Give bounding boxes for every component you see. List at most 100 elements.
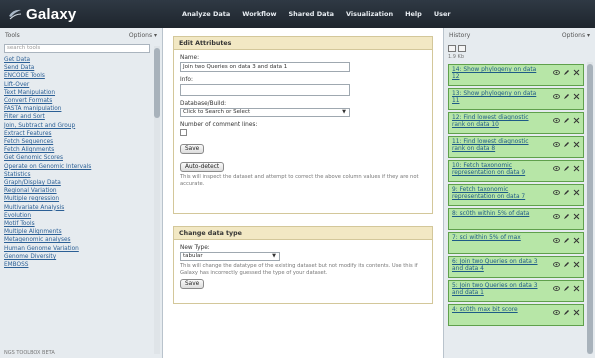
pencil-icon[interactable] [563, 285, 570, 292]
dataset-title[interactable]: 9: Fetch taxonomic representation on dat… [452, 187, 540, 201]
tool-section-filter-sort[interactable]: Filter and Sort [4, 113, 162, 121]
delete-icon[interactable] [573, 117, 580, 124]
dataset-title[interactable]: 4: sc0th max bit score [452, 307, 540, 314]
delete-icon[interactable] [573, 141, 580, 148]
tool-section-get-data[interactable]: Get Data [4, 56, 162, 64]
dataset-item[interactable]: 8: sc0th within 5% of data [448, 208, 584, 230]
eye-icon[interactable] [553, 93, 560, 100]
eye-icon[interactable] [553, 69, 560, 76]
tool-section-motif[interactable]: Motif Tools [4, 220, 162, 228]
pencil-icon[interactable] [563, 189, 570, 196]
delete-icon[interactable] [573, 261, 580, 268]
dataset-item[interactable]: 12: Find lowest diagnostic rank on data … [448, 112, 584, 134]
nav-shared-data[interactable]: Shared Data [288, 10, 334, 18]
pencil-icon[interactable] [563, 261, 570, 268]
pencil-icon[interactable] [563, 93, 570, 100]
eye-icon[interactable] [553, 309, 560, 316]
tool-section-multiple-alignments[interactable]: Multiple Alignments [4, 228, 162, 236]
tool-section-statistics[interactable]: Statistics [4, 171, 162, 179]
dataset-item[interactable]: 7: sci within 5% of max [448, 232, 584, 254]
tool-section-graph-display[interactable]: Graph/Display Data [4, 179, 162, 187]
dataset-item[interactable]: 4: sc0th max bit score [448, 304, 584, 326]
tool-section-send-data[interactable]: Send Data [4, 64, 162, 72]
nav-user[interactable]: User [434, 10, 451, 18]
auto-detect-button[interactable]: Auto-detect [180, 162, 225, 172]
delete-icon[interactable] [573, 285, 580, 292]
dataset-title[interactable]: 8: sc0th within 5% of data [452, 211, 540, 218]
eye-icon[interactable] [553, 189, 560, 196]
pencil-icon[interactable] [563, 141, 570, 148]
pencil-icon[interactable] [563, 309, 570, 316]
eye-icon[interactable] [553, 117, 560, 124]
collapse-icon[interactable] [458, 44, 466, 52]
dataset-item[interactable]: 6: Join two Queries on data 3 and data 4 [448, 256, 584, 278]
name-input[interactable]: Join two Queries on data 3 and data 1 [180, 62, 350, 72]
brand[interactable]: Galaxy [8, 6, 158, 23]
delete-icon[interactable] [573, 309, 580, 316]
pencil-icon[interactable] [563, 165, 570, 172]
info-input[interactable] [180, 84, 350, 96]
pencil-icon[interactable] [563, 117, 570, 124]
tool-section-emboss[interactable]: EMBOSS [4, 261, 162, 269]
tool-section-fetch-sequences[interactable]: Fetch Sequences [4, 138, 162, 146]
tool-section-fetch-alignments[interactable]: Fetch Alignments [4, 146, 162, 154]
nav-help[interactable]: Help [405, 10, 422, 18]
eye-icon[interactable] [553, 141, 560, 148]
tool-section-multivariate[interactable]: Multivariate Analysis [4, 204, 162, 212]
dataset-title[interactable]: 14: Show phylogeny on data 12 [452, 67, 540, 81]
tool-section-join-subtract[interactable]: Join, Subtract and Group [4, 122, 162, 130]
dataset-title[interactable]: 12: Find lowest diagnostic rank on data … [452, 115, 540, 129]
eye-icon[interactable] [553, 237, 560, 244]
eye-icon[interactable] [553, 213, 560, 220]
database-select[interactable]: Click to Search or Select ▼ [180, 108, 350, 117]
tools-scroll-thumb[interactable] [154, 48, 160, 118]
eye-icon[interactable] [553, 285, 560, 292]
dataset-title[interactable]: 6: Join two Queries on data 3 and data 4 [452, 259, 540, 273]
tools-scrollbar[interactable] [154, 46, 160, 354]
eye-icon[interactable] [553, 165, 560, 172]
pencil-icon[interactable] [563, 69, 570, 76]
dataset-title[interactable]: 11: Find lowest diagnostic rank on data … [452, 139, 540, 153]
history-options-button[interactable]: Options ▾ [562, 32, 590, 39]
tool-section-multiple-regression[interactable]: Multiple regression [4, 195, 162, 203]
tool-section-encode[interactable]: ENCODE Tools [4, 72, 162, 80]
tool-section-metagenomic[interactable]: Metagenomic analyses [4, 236, 162, 244]
tool-search-input[interactable]: search tools [4, 44, 150, 53]
dataset-title[interactable]: 7: sci within 5% of max [452, 235, 540, 242]
history-scroll-thumb[interactable] [587, 64, 593, 354]
refresh-icon[interactable] [448, 44, 456, 52]
pencil-icon[interactable] [563, 213, 570, 220]
delete-icon[interactable] [573, 213, 580, 220]
save-attributes-button[interactable]: Save [180, 144, 205, 154]
dataset-title[interactable]: 10: Fetch taxonomic representation on da… [452, 163, 540, 177]
tool-section-lift-over[interactable]: Lift-Over [4, 81, 162, 89]
dataset-item[interactable]: 9: Fetch taxonomic representation on dat… [448, 184, 584, 206]
dataset-item[interactable]: 10: Fetch taxonomic representation on da… [448, 160, 584, 182]
tool-section-genomic-intervals[interactable]: Operate on Genomic Intervals [4, 163, 162, 171]
dataset-item[interactable]: 11: Find lowest diagnostic rank on data … [448, 136, 584, 158]
delete-icon[interactable] [573, 165, 580, 172]
tool-section-text-manipulation[interactable]: Text Manipulation [4, 89, 162, 97]
new-type-select[interactable]: tabular ▼ [180, 252, 280, 261]
dataset-item[interactable]: 14: Show phylogeny on data 12 [448, 64, 584, 86]
pencil-icon[interactable] [563, 237, 570, 244]
dataset-item[interactable]: 5: Join two Queries on data 3 and data 1 [448, 280, 584, 302]
tool-section-genomic-scores[interactable]: Get Genomic Scores [4, 154, 162, 162]
eye-icon[interactable] [553, 261, 560, 268]
tools-options-button[interactable]: Options ▾ [129, 32, 157, 39]
tool-section-extract-features[interactable]: Extract Features [4, 130, 162, 138]
delete-icon[interactable] [573, 237, 580, 244]
dataset-title[interactable]: 13: Show phylogeny on data 11 [452, 91, 540, 105]
tool-section-fasta[interactable]: FASTA manipulation [4, 105, 162, 113]
change-type-save-button[interactable]: Save [180, 279, 205, 289]
dataset-title[interactable]: 5: Join two Queries on data 3 and data 1 [452, 283, 540, 297]
tool-section-evolution[interactable]: Evolution [4, 212, 162, 220]
tool-section-convert-formats[interactable]: Convert Formats [4, 97, 162, 105]
tool-section-genome-diversity[interactable]: Genome Diversity [4, 253, 162, 261]
nav-analyze-data[interactable]: Analyze Data [182, 10, 230, 18]
tools-footer[interactable]: NGS TOOLBOX BETA [4, 350, 55, 356]
comment-lines-checkbox[interactable] [180, 129, 187, 136]
nav-workflow[interactable]: Workflow [242, 10, 276, 18]
nav-visualization[interactable]: Visualization [346, 10, 393, 18]
delete-icon[interactable] [573, 189, 580, 196]
